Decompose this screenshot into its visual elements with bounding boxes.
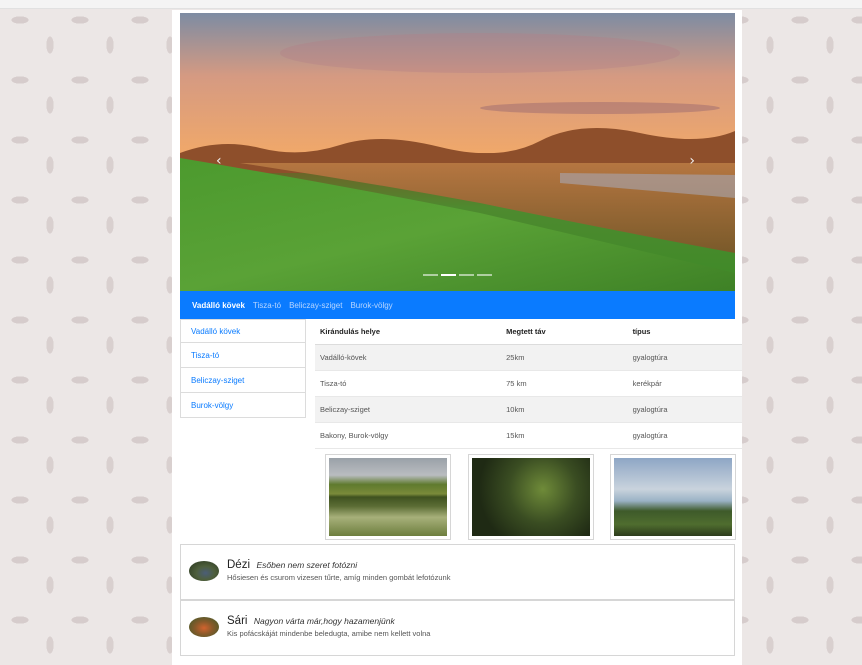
carousel-indicator[interactable] bbox=[423, 274, 438, 276]
comment-text: Hősiesen és csurom vizesen tűrte, amíg m… bbox=[227, 573, 451, 582]
trip-table: Kirándulás helye Megtett táv típus Vadálló… bbox=[315, 319, 742, 449]
table-body: Vadálló-kövek 25km gyalogtúra Tisza-tó 75 km… bbox=[315, 344, 742, 449]
table-row: Vadálló-kövek 25km gyalogtúra bbox=[315, 344, 742, 371]
thumbnail-lake[interactable] bbox=[325, 454, 451, 540]
nav-link[interactable]: Vadálló kövek bbox=[192, 301, 245, 310]
table-cell: Tisza-tó bbox=[315, 370, 502, 397]
table-cell: 75 km bbox=[501, 370, 628, 397]
carousel-indicators bbox=[423, 274, 492, 276]
table-cell: 25km bbox=[501, 344, 628, 371]
browser-top-strip bbox=[0, 0, 862, 9]
table-column-header: típus bbox=[627, 319, 742, 345]
carousel-prev-button[interactable]: ‹ bbox=[216, 153, 222, 169]
avatar bbox=[189, 617, 219, 637]
comment-card: Dézi Esőben nem szeret fotózni Hősiesen … bbox=[180, 544, 735, 600]
rocks-photo bbox=[614, 458, 732, 536]
avatar bbox=[189, 561, 219, 581]
sidebar-item[interactable]: Beliczay-sziget bbox=[180, 368, 306, 393]
table-column-header: Kirándulás helye bbox=[315, 319, 502, 345]
carousel-indicator[interactable] bbox=[477, 274, 492, 276]
table-cell: 10km bbox=[501, 396, 628, 423]
comment-author: Sári bbox=[227, 615, 248, 627]
comment-tagline: Esőben nem szeret fotózni bbox=[256, 560, 358, 570]
table-cell: Beliczay-sziget bbox=[315, 396, 502, 423]
table-row: Beliczay-sziget 10km gyalogtúra bbox=[315, 396, 742, 423]
table-cell: Bakony, Burok-völgy bbox=[315, 422, 502, 449]
comment-author: Dézi bbox=[227, 559, 251, 571]
table-column-header: Megtett táv bbox=[501, 319, 628, 345]
sidebar-item[interactable]: Burok-völgy bbox=[180, 393, 306, 418]
nav-link[interactable]: Burok-völgy bbox=[350, 301, 392, 310]
thumbnail-forest[interactable] bbox=[468, 454, 594, 540]
lake-photo bbox=[329, 458, 447, 536]
table-row: Bakony, Burok-völgy 15km gyalogtúra bbox=[315, 422, 742, 449]
comment-tagline: Nagyon várta már,hogy hazamenjünk bbox=[253, 616, 395, 626]
table-cell: gyalogtúra bbox=[627, 344, 742, 371]
table-header-row: Kirándulás helye Megtett táv típus bbox=[315, 319, 742, 345]
sidebar-item[interactable]: Vadálló kövek bbox=[180, 319, 306, 343]
carousel-indicator[interactable] bbox=[459, 274, 474, 276]
sidebar-list: Vadálló kövek Tisza-tó Beliczay-sziget Buro… bbox=[180, 319, 306, 418]
nav-link[interactable]: Tisza-tó bbox=[253, 301, 281, 310]
table-cell: kerékpár bbox=[627, 370, 742, 397]
comment-text: Kis pofácskáját mindenbe beledugta, amib… bbox=[227, 629, 431, 638]
thumbnail-rocks[interactable] bbox=[610, 454, 736, 540]
nav-link[interactable]: Beliczay-sziget bbox=[289, 301, 342, 310]
image-carousel[interactable]: ‹ › bbox=[180, 13, 735, 291]
carousel-indicator[interactable] bbox=[441, 274, 456, 276]
table-cell: gyalogtúra bbox=[627, 422, 742, 449]
table-cell: Vadálló-kövek bbox=[315, 344, 502, 371]
comment-card: Sári Nagyon várta már,hogy hazamenjünk K… bbox=[180, 600, 735, 656]
carousel-next-button[interactable]: › bbox=[689, 153, 695, 169]
table-row: Tisza-tó 75 km kerékpár bbox=[315, 370, 742, 397]
forest-photo bbox=[472, 458, 590, 536]
top-navbar: Vadálló kövek Tisza-tó Beliczay-sziget Buro… bbox=[180, 291, 735, 319]
table-cell: gyalogtúra bbox=[627, 396, 742, 423]
table-cell: 15km bbox=[501, 422, 628, 449]
sidebar-item[interactable]: Tisza-tó bbox=[180, 343, 306, 368]
carousel-landscape-image bbox=[180, 13, 735, 291]
